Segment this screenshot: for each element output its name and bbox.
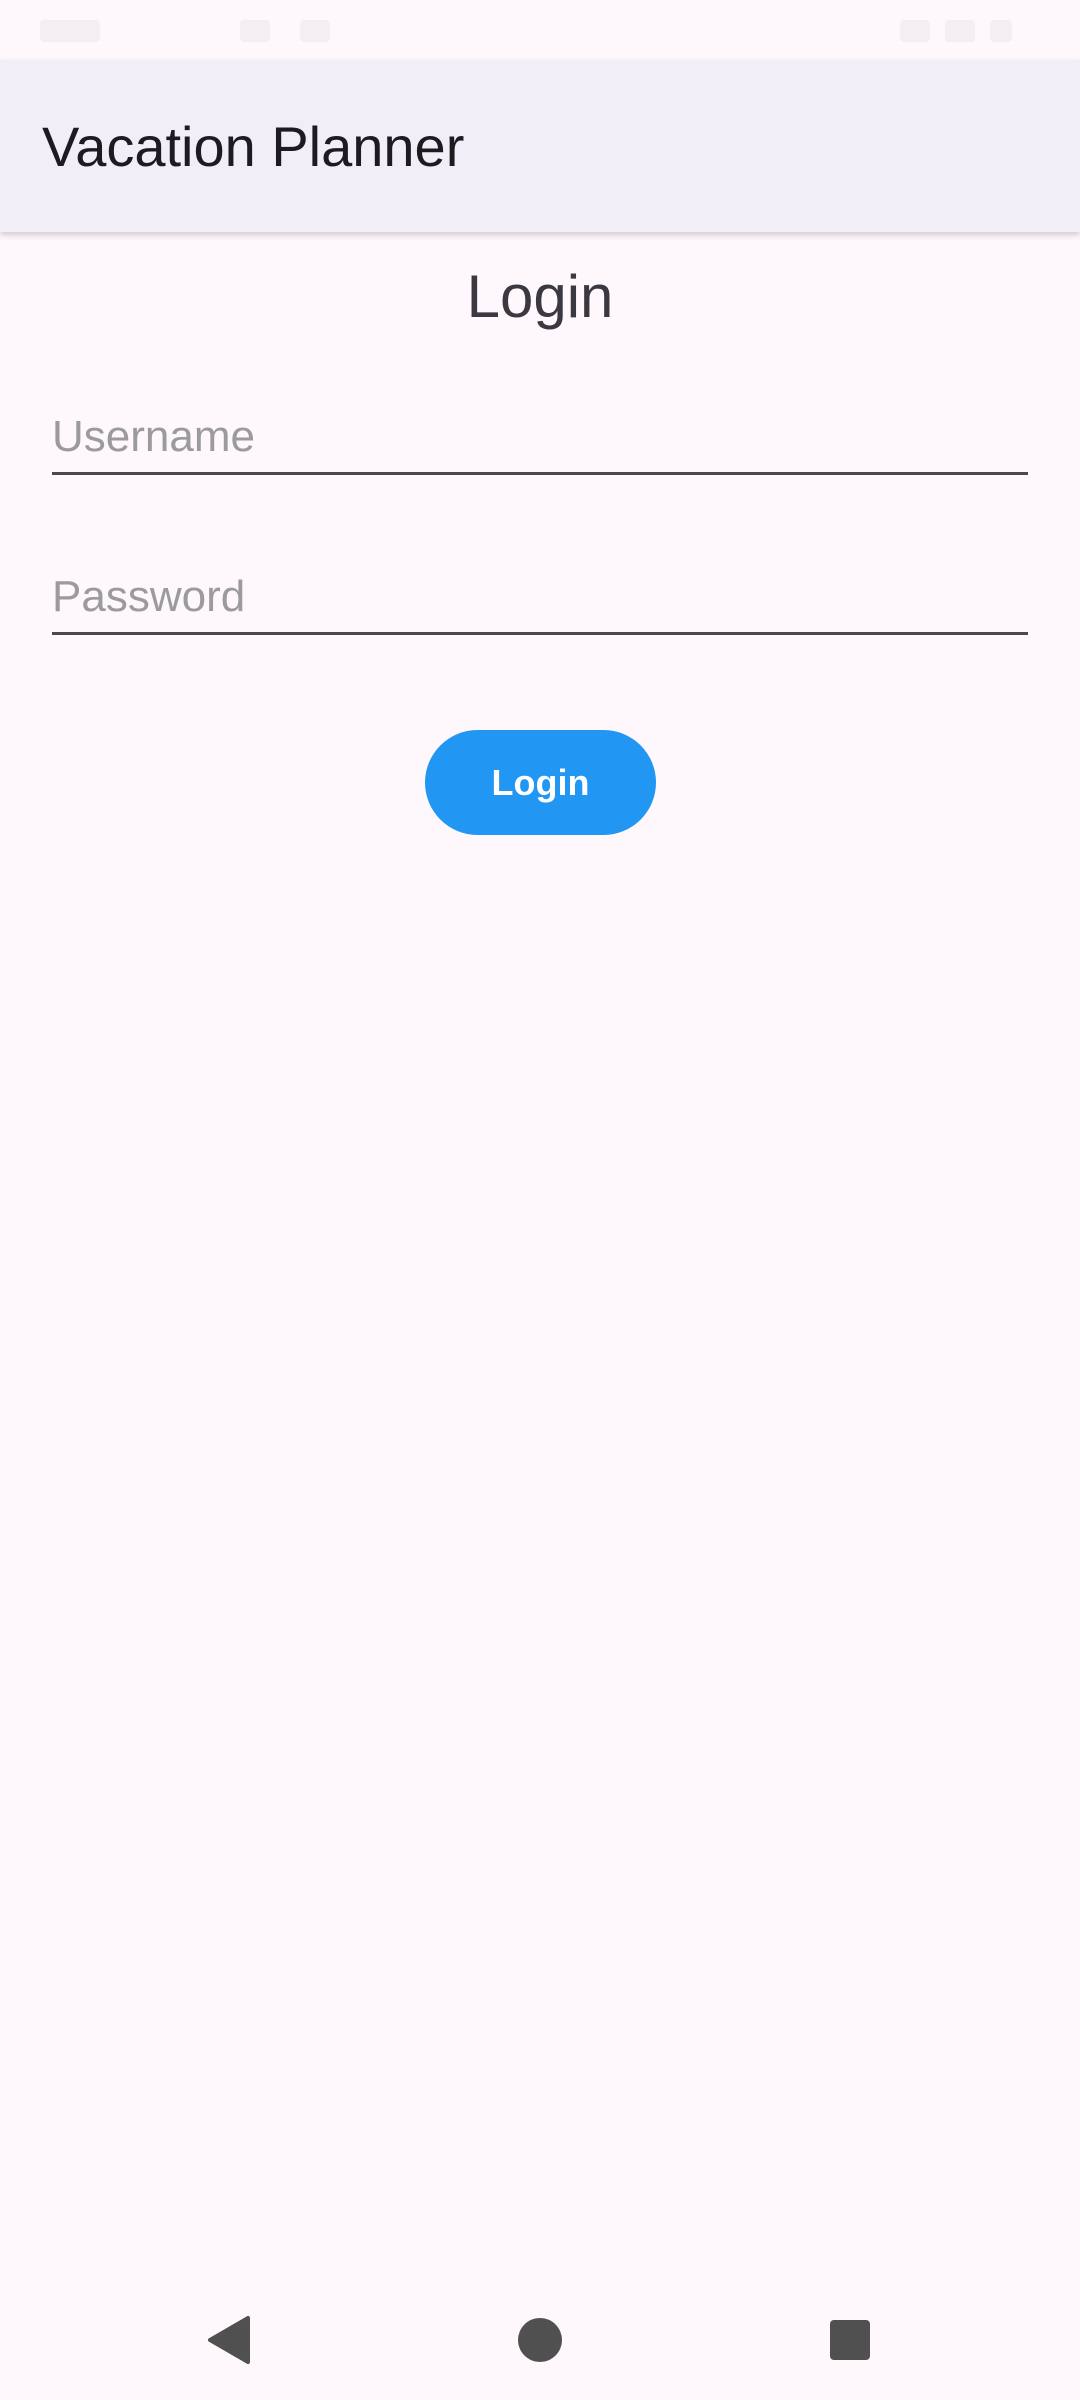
username-field[interactable] — [52, 385, 1028, 475]
recents-square-icon — [830, 2320, 870, 2360]
login-button-label: Login — [491, 761, 590, 803]
recents-button[interactable] — [800, 2290, 900, 2390]
status-notification-icon — [300, 20, 330, 42]
status-notification-icon — [240, 20, 270, 42]
wifi-icon — [900, 20, 930, 42]
home-circle-icon — [518, 2318, 562, 2362]
system-nav-bar — [0, 2280, 1080, 2400]
login-button[interactable]: Login — [425, 730, 656, 835]
back-triangle-icon — [208, 2316, 250, 2364]
app-title: Vacation Planner — [42, 115, 465, 178]
signal-icon — [945, 20, 975, 42]
home-button[interactable] — [490, 2290, 590, 2390]
back-button[interactable] — [180, 2290, 280, 2390]
password-field[interactable] — [52, 545, 1028, 635]
page-title: Login — [466, 263, 614, 330]
password-input[interactable] — [52, 572, 1028, 622]
username-input[interactable] — [52, 412, 1028, 462]
status-bar — [0, 0, 1080, 60]
app-bar: Vacation Planner — [0, 60, 1080, 232]
battery-icon — [990, 20, 1012, 42]
status-time-blur — [40, 20, 100, 42]
